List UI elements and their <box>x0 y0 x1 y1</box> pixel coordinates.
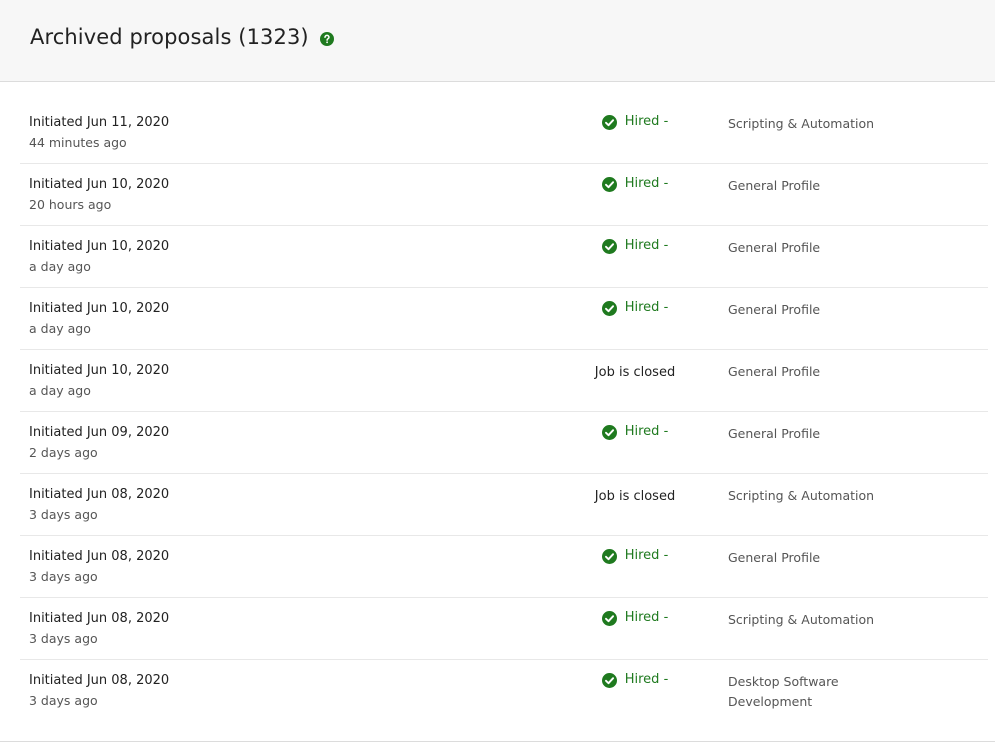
relative-time: 2 days ago <box>29 445 98 460</box>
proposal-status-cell: Job is closed <box>540 485 730 506</box>
proposal-row[interactable]: Initiated Jun 08, 2020 3 days ago Hired … <box>20 536 988 598</box>
initiated-date[interactable]: Initiated Jun 10, 2020 <box>29 176 429 194</box>
check-circle-icon <box>601 548 617 564</box>
status-badge: Job is closed <box>595 488 675 506</box>
relative-time: a day ago <box>29 259 91 274</box>
proposal-date-cell: Initiated Jun 11, 2020 44 minutes ago <box>29 114 429 152</box>
proposal-row[interactable]: Initiated Jun 09, 2020 2 days ago Hired … <box>20 412 988 474</box>
proposal-date-cell: Initiated Jun 10, 2020 a day ago <box>29 300 429 338</box>
status-badge: Hired - <box>601 113 669 131</box>
list-bottom-divider <box>0 741 995 742</box>
page-title: Archived proposals (1323) <box>30 25 309 49</box>
relative-time: 20 hours ago <box>29 197 112 212</box>
proposal-status-cell: Hired - <box>540 175 730 196</box>
proposal-row[interactable]: Initiated Jun 08, 2020 3 days ago Hired … <box>20 598 988 660</box>
relative-time: 3 days ago <box>29 693 98 708</box>
status-label: Hired - <box>624 238 669 253</box>
status-badge: Hired - <box>601 299 669 317</box>
proposal-list: Initiated Jun 11, 2020 44 minutes ago Hi… <box>0 102 995 722</box>
status-badge: Hired - <box>601 547 669 565</box>
proposal-status-cell: Hired - <box>540 113 730 134</box>
proposal-date-cell: Initiated Jun 08, 2020 3 days ago <box>29 610 429 648</box>
page-header: Archived proposals (1323) <box>0 0 995 82</box>
proposal-status-cell: Hired - <box>540 671 730 692</box>
initiated-date[interactable]: Initiated Jun 11, 2020 <box>29 114 429 132</box>
proposal-row[interactable]: Initiated Jun 10, 2020 20 hours ago Hire… <box>20 164 988 226</box>
status-label: Hired - <box>624 672 669 687</box>
profile-name: Scripting & Automation <box>728 488 875 503</box>
check-circle-icon <box>601 176 617 192</box>
proposal-status-cell: Hired - <box>540 423 730 444</box>
proposal-status-cell: Hired - <box>540 609 730 630</box>
proposal-date-cell: Initiated Jun 08, 2020 3 days ago <box>29 548 429 586</box>
initiated-date[interactable]: Initiated Jun 09, 2020 <box>29 424 429 442</box>
proposal-date-cell: Initiated Jun 10, 2020 a day ago <box>29 362 429 400</box>
status-badge: Hired - <box>601 175 669 193</box>
proposal-status-cell: Hired - <box>540 299 730 320</box>
relative-time: 3 days ago <box>29 569 98 584</box>
status-label: Job is closed <box>594 365 676 380</box>
check-circle-icon <box>601 610 617 626</box>
relative-time: 44 minutes ago <box>29 135 127 150</box>
relative-time: 3 days ago <box>29 507 98 522</box>
profile-name: General Profile <box>728 178 821 193</box>
proposal-row[interactable]: Initiated Jun 10, 2020 a day ago Hired -… <box>20 288 988 350</box>
profile-name: General Profile <box>728 240 821 255</box>
status-badge: Hired - <box>601 609 669 627</box>
status-badge: Hired - <box>601 671 669 689</box>
status-badge: Hired - <box>601 237 669 255</box>
initiated-date[interactable]: Initiated Jun 08, 2020 <box>29 610 429 628</box>
proposal-date-cell: Initiated Jun 08, 2020 3 days ago <box>29 486 429 524</box>
profile-name: Scripting & Automation <box>728 116 875 131</box>
initiated-date[interactable]: Initiated Jun 08, 2020 <box>29 672 429 690</box>
initiated-date[interactable]: Initiated Jun 08, 2020 <box>29 548 429 566</box>
status-badge: Hired - <box>601 423 669 441</box>
profile-name: General Profile <box>728 364 821 379</box>
check-circle-icon <box>601 300 617 316</box>
status-label: Hired - <box>624 114 669 129</box>
proposal-row[interactable]: Initiated Jun 10, 2020 a day ago Job is … <box>20 350 988 412</box>
proposal-date-cell: Initiated Jun 10, 2020 a day ago <box>29 238 429 276</box>
status-label: Hired - <box>624 610 669 625</box>
status-label: Hired - <box>624 300 669 315</box>
proposal-status-cell: Job is closed <box>540 361 730 382</box>
profile-name: Desktop Software Development <box>728 674 839 709</box>
proposal-date-cell: Initiated Jun 10, 2020 20 hours ago <box>29 176 429 214</box>
status-label: Hired - <box>624 424 669 439</box>
relative-time: 3 days ago <box>29 631 98 646</box>
initiated-date[interactable]: Initiated Jun 10, 2020 <box>29 300 429 318</box>
check-circle-icon <box>601 672 617 688</box>
initiated-date[interactable]: Initiated Jun 10, 2020 <box>29 362 429 380</box>
relative-time: a day ago <box>29 321 91 336</box>
profile-name: Scripting & Automation <box>728 612 875 627</box>
proposal-row[interactable]: Initiated Jun 08, 2020 3 days ago Job is… <box>20 474 988 536</box>
proposal-row[interactable]: Initiated Jun 08, 2020 3 days ago Hired … <box>20 660 988 722</box>
profile-name: General Profile <box>728 550 821 565</box>
check-circle-icon <box>601 114 617 130</box>
proposal-row[interactable]: Initiated Jun 11, 2020 44 minutes ago Hi… <box>20 102 988 164</box>
status-label: Job is closed <box>594 489 676 504</box>
proposal-date-cell: Initiated Jun 09, 2020 2 days ago <box>29 424 429 462</box>
proposal-status-cell: Hired - <box>540 547 730 568</box>
profile-name: General Profile <box>728 302 821 317</box>
status-badge: Job is closed <box>595 364 675 382</box>
proposal-row[interactable]: Initiated Jun 10, 2020 a day ago Hired -… <box>20 226 988 288</box>
relative-time: a day ago <box>29 383 91 398</box>
initiated-date[interactable]: Initiated Jun 08, 2020 <box>29 486 429 504</box>
status-label: Hired - <box>624 176 669 191</box>
check-circle-icon <box>601 424 617 440</box>
question-circle-icon[interactable] <box>319 31 334 46</box>
title-wrap: Archived proposals (1323) <box>30 25 334 49</box>
check-circle-icon <box>601 238 617 254</box>
proposal-date-cell: Initiated Jun 08, 2020 3 days ago <box>29 672 429 710</box>
status-label: Hired - <box>624 548 669 563</box>
profile-name: General Profile <box>728 426 821 441</box>
initiated-date[interactable]: Initiated Jun 10, 2020 <box>29 238 429 256</box>
archived-proposals-page: Archived proposals (1323) Initiated Jun … <box>0 0 995 746</box>
proposal-status-cell: Hired - <box>540 237 730 258</box>
